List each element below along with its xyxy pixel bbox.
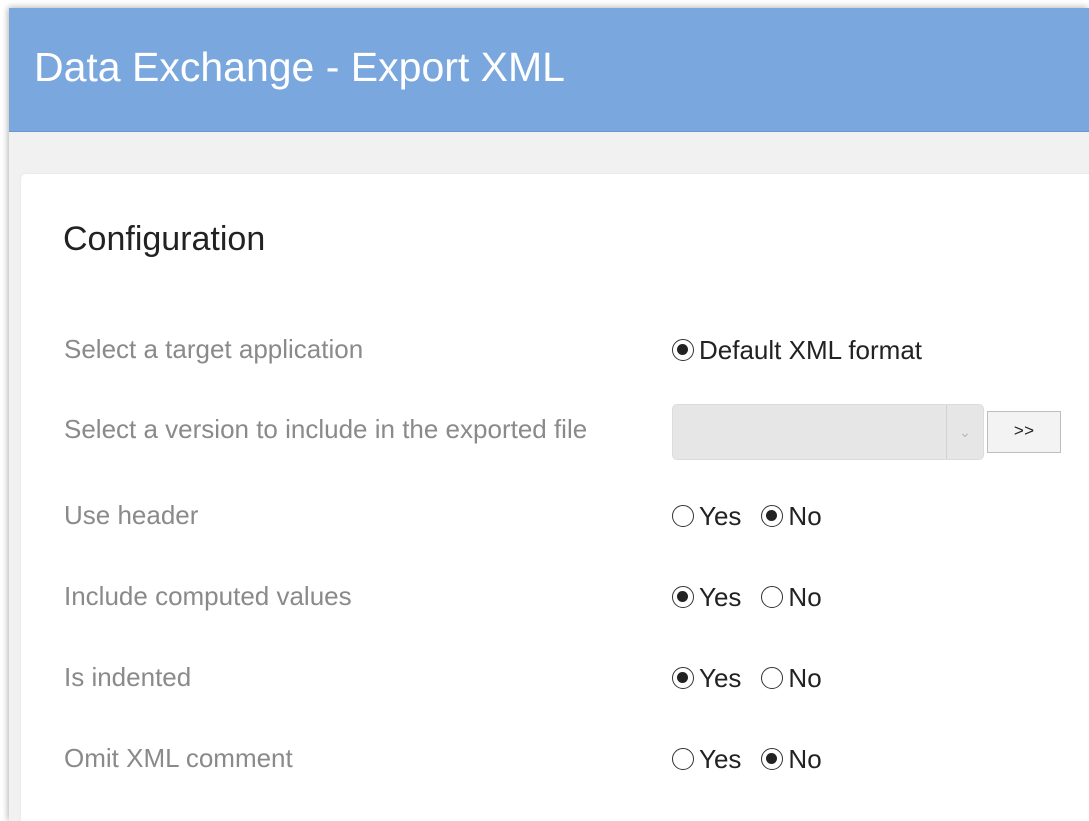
radio-button-icon[interactable]	[672, 505, 694, 527]
omit-xml-comment-options: Yes No	[672, 737, 842, 781]
is-indented-row: Is indented Yes No	[21, 656, 1089, 700]
use-header-options: Yes No	[672, 494, 842, 538]
include-computed-values-no[interactable]: No	[761, 581, 822, 613]
radio-label-no: No	[788, 662, 822, 693]
radio-default-xml-format[interactable]: Default XML format	[672, 335, 922, 366]
include-computed-values-row: Include computed values Yes No	[21, 575, 1089, 619]
radio-button-icon[interactable]	[672, 667, 694, 689]
is-indented-no[interactable]: No	[761, 662, 822, 694]
use-header-label: Use header	[64, 500, 199, 530]
omit-xml-comment-label: Omit XML comment	[64, 743, 293, 773]
radio-button-icon[interactable]	[761, 505, 784, 527]
version-label: Select a version to include in the expor…	[64, 414, 588, 444]
page-title: Data Exchange - Export XML	[34, 44, 565, 90]
radio-label-no: No	[788, 500, 822, 531]
radio-button-icon[interactable]	[761, 667, 784, 689]
is-indented-label: Is indented	[64, 662, 192, 692]
target-application-row: Select a target application Default XML …	[21, 328, 1089, 372]
radio-button-icon[interactable]	[761, 748, 784, 770]
target-application-label: Select a target application	[64, 334, 364, 364]
radio-label-default-xml-format: Default XML format	[699, 334, 923, 365]
radio-label-yes: Yes	[699, 743, 742, 774]
radio-button-icon[interactable]	[672, 339, 694, 361]
target-application-options: Default XML format	[672, 328, 942, 372]
use-header-yes[interactable]: Yes	[672, 501, 741, 532]
include-computed-values-label: Include computed values	[64, 581, 352, 611]
radio-button-icon[interactable]	[672, 748, 694, 770]
version-add-button[interactable]: >>	[987, 411, 1061, 453]
radio-label-yes: Yes	[699, 500, 742, 531]
radio-label-yes: Yes	[699, 662, 742, 693]
is-indented-options: Yes No	[672, 656, 842, 700]
is-indented-yes[interactable]: Yes	[672, 663, 741, 694]
radio-button-icon[interactable]	[672, 586, 694, 608]
radio-button-icon[interactable]	[761, 586, 784, 608]
include-computed-values-options: Yes No	[672, 575, 842, 619]
export-xml-window: Data Exchange - Export XML Configuration…	[9, 8, 1089, 821]
section-title: Configuration	[63, 220, 266, 258]
version-select[interactable]: ⌄	[672, 404, 984, 460]
radio-label-no: No	[788, 743, 822, 774]
omit-xml-comment-no[interactable]: No	[761, 743, 822, 775]
configuration-panel: Configuration Select a target applicatio…	[21, 174, 1089, 821]
omit-xml-comment-row: Omit XML comment Yes No	[21, 737, 1089, 781]
title-bar: Data Exchange - Export XML	[9, 8, 1089, 132]
radio-label-yes: Yes	[699, 581, 742, 612]
use-header-row: Use header Yes No	[21, 494, 1089, 538]
include-computed-values-yes[interactable]: Yes	[672, 582, 741, 613]
omit-xml-comment-yes[interactable]: Yes	[672, 744, 741, 775]
version-row: Select a version to include in the expor…	[21, 402, 1089, 460]
radio-label-no: No	[788, 581, 822, 612]
use-header-no[interactable]: No	[761, 500, 822, 532]
chevron-down-icon[interactable]: ⌄	[946, 405, 983, 459]
